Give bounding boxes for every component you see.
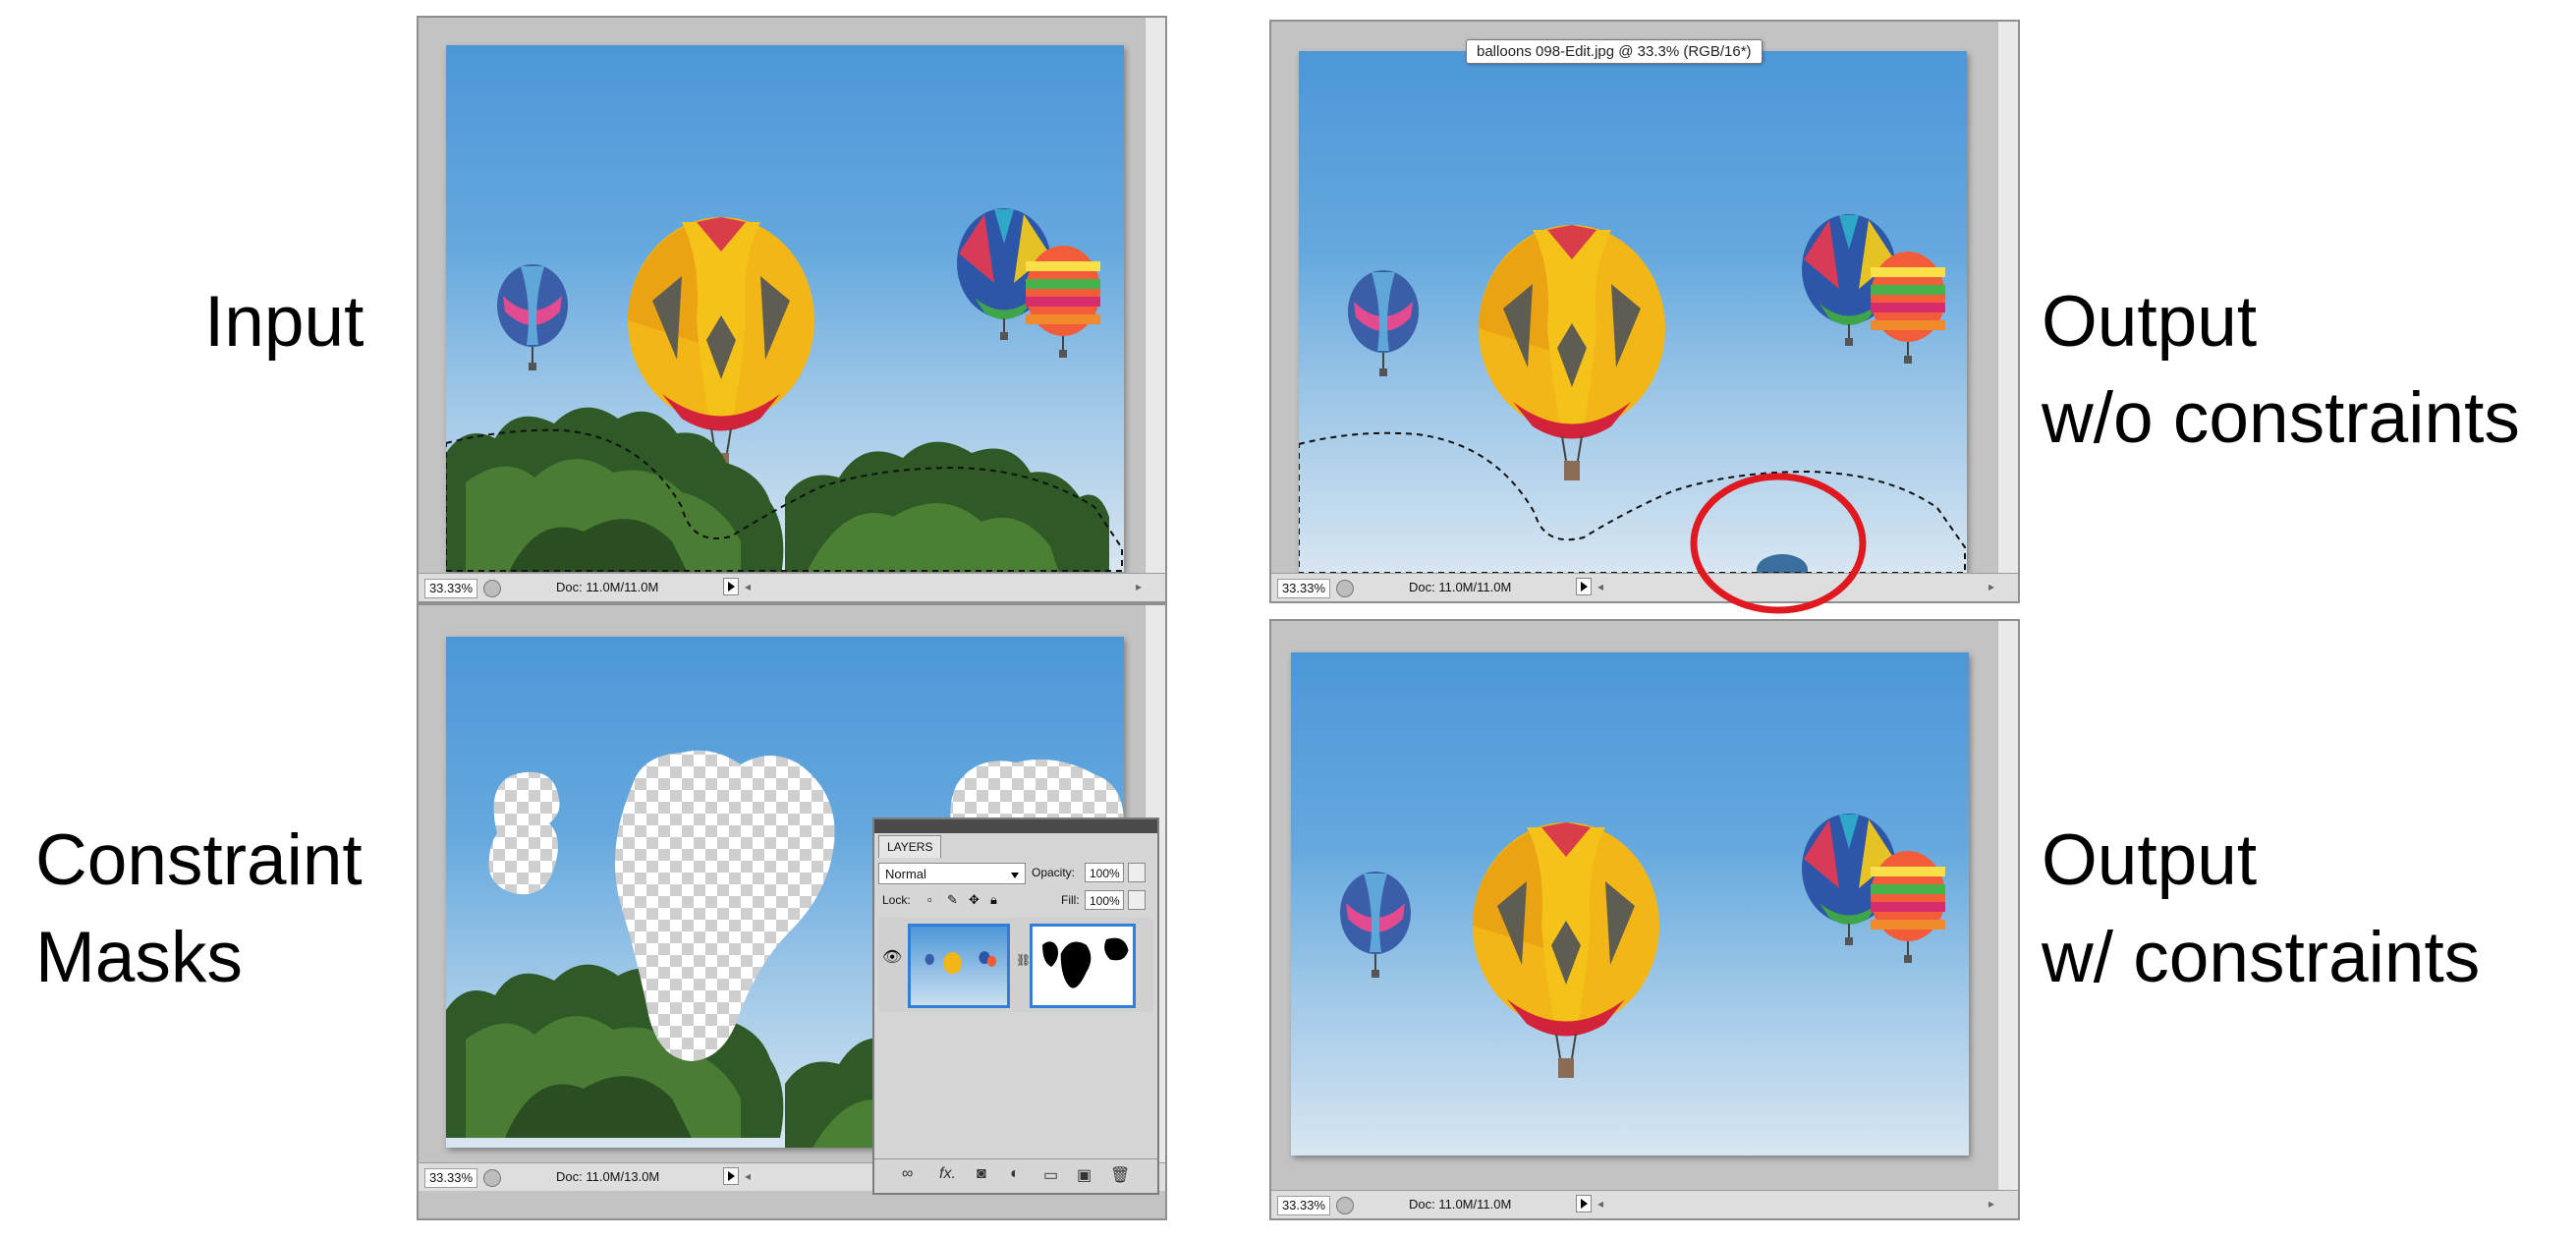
status-bar: 33.33% Doc: 11.0M/11.0M ◂ ▸ xyxy=(419,573,1165,601)
opacity-field[interactable]: 100% xyxy=(1085,863,1124,882)
blend-mode-select[interactable]: Normal xyxy=(878,863,1026,884)
status-bar: 33.33% Doc: 11.0M/11.0M ◂ ▸ xyxy=(1271,573,2018,601)
horizontal-scrollbar[interactable]: ◂ ▸ xyxy=(745,580,1142,595)
scroll-left-icon[interactable]: ◂ xyxy=(1597,580,1603,593)
lock-transparent-icon[interactable]: ▫ xyxy=(927,892,932,907)
opacity-label: Opacity: xyxy=(1032,866,1076,879)
input-image xyxy=(446,207,1123,572)
label-output-with-line2: w/ constraints xyxy=(2042,918,2481,997)
fill-field[interactable]: 100% xyxy=(1085,890,1124,910)
vertical-scrollbar[interactable] xyxy=(1997,22,2018,574)
label-input: Input xyxy=(204,282,364,362)
mask-thumbnail[interactable] xyxy=(1030,924,1136,1008)
label-constraint-line1: Constraint xyxy=(35,820,363,900)
scroll-right-icon[interactable]: ▸ xyxy=(1136,580,1142,593)
zoom-field[interactable]: 33.33% xyxy=(1277,579,1330,598)
label-output-without-line1: Output xyxy=(2042,282,2258,362)
lock-row: Lock: ▫ ✎ ✥ 🔒︎ Fill: 100% xyxy=(878,890,1153,914)
trash-icon[interactable]: 🗑︎ xyxy=(1110,1165,1130,1185)
doc-info-icon[interactable] xyxy=(1336,580,1354,597)
mask-small xyxy=(488,771,560,895)
doc-size: Doc: 11.0M/11.0M xyxy=(1409,580,1512,594)
lock-move-icon[interactable]: ✥ xyxy=(969,892,980,908)
fx-button[interactable]: fx. xyxy=(939,1165,956,1183)
doc-size: Doc: 11.0M/13.0M xyxy=(556,1169,660,1184)
scroll-right-icon[interactable]: ▸ xyxy=(1988,580,1994,593)
horizontal-scrollbar[interactable]: ◂ ▸ xyxy=(1597,1197,1994,1212)
layer-row[interactable]: 👁︎ ⛓ xyxy=(878,918,1153,1012)
status-menu-arrow-icon[interactable] xyxy=(1576,1195,1592,1212)
new-layer-icon[interactable]: ▣ xyxy=(1077,1165,1092,1185)
layer-thumbnail[interactable] xyxy=(908,924,1010,1008)
vertical-scrollbar[interactable] xyxy=(1997,621,2018,1191)
add-mask-icon[interactable]: ◙ xyxy=(977,1165,986,1183)
doc-size: Doc: 11.0M/11.0M xyxy=(556,580,659,594)
zoom-field[interactable]: 33.33% xyxy=(424,579,477,598)
status-menu-arrow-icon[interactable] xyxy=(723,1167,739,1185)
document-title-tooltip: balloons 098-Edit.jpg @ 33.3% (RGB/16*) xyxy=(1466,39,1763,64)
lock-label: Lock: xyxy=(882,893,911,907)
adjustment-layer-icon[interactable]: ◐ xyxy=(1010,1165,1020,1183)
input-canvas[interactable] xyxy=(446,45,1124,572)
blend-row: Normal Opacity: 100% xyxy=(878,863,1153,886)
scroll-left-icon[interactable]: ◂ xyxy=(745,580,751,593)
vertical-scrollbar[interactable] xyxy=(1145,18,1165,574)
tab-layers[interactable]: LAYERS xyxy=(878,835,942,858)
layers-footer: ∞ fx. ◙ ◐ ▭ ▣ 🗑︎ xyxy=(874,1158,1157,1193)
scroll-left-icon[interactable]: ◂ xyxy=(1597,1197,1603,1211)
output-with-document-window: 33.33% Doc: 11.0M/11.0M ◂ ▸ xyxy=(1269,619,2020,1220)
output-with-image xyxy=(1339,813,1946,1079)
lock-brush-icon[interactable]: ✎ xyxy=(947,892,958,908)
input-document-window: 33.33% Doc: 11.0M/11.0M ◂ ▸ xyxy=(417,16,1167,603)
eye-icon[interactable]: 👁︎ xyxy=(882,947,902,967)
red-highlight-circle xyxy=(1690,473,1867,614)
lock-all-icon[interactable]: 🔒︎ xyxy=(990,892,997,908)
doc-info-icon[interactable] xyxy=(483,580,501,597)
link-layers-icon[interactable]: ∞ xyxy=(902,1165,913,1183)
zoom-field[interactable]: 33.33% xyxy=(1277,1196,1330,1215)
output-without-document-window: balloons 098-Edit.jpg @ 33.3% (RGB/16*) … xyxy=(1269,20,2020,603)
label-constraint-line2: Masks xyxy=(35,918,243,997)
doc-info-icon[interactable] xyxy=(483,1169,501,1187)
doc-size: Doc: 11.0M/11.0M xyxy=(1409,1197,1512,1212)
opacity-arrow-button[interactable] xyxy=(1128,863,1146,882)
status-menu-arrow-icon[interactable] xyxy=(1576,578,1592,595)
label-output-with-line1: Output xyxy=(2042,820,2258,900)
scroll-right-icon[interactable]: ▸ xyxy=(1988,1197,1994,1211)
status-bar: 33.33% Doc: 11.0M/11.0M ◂ ▸ xyxy=(1271,1190,2018,1218)
doc-info-icon[interactable] xyxy=(1336,1197,1354,1214)
label-output-without-line2: w/o constraints xyxy=(2042,378,2520,458)
output-with-canvas[interactable] xyxy=(1291,652,1969,1155)
layers-titlebar[interactable] xyxy=(874,819,1157,833)
scroll-left-icon[interactable]: ◂ xyxy=(745,1169,751,1183)
zoom-field[interactable]: 33.33% xyxy=(424,1168,477,1188)
new-group-icon[interactable]: ▭ xyxy=(1043,1165,1058,1185)
fill-arrow-button[interactable] xyxy=(1128,890,1146,910)
link-icon[interactable]: ⛓ xyxy=(1016,953,1031,967)
fill-label: Fill: xyxy=(1061,893,1080,907)
status-menu-arrow-icon[interactable] xyxy=(723,578,739,595)
layers-panel: LAYERS Normal Opacity: 100% Lock: ▫ ✎ ✥ … xyxy=(872,817,1159,1195)
